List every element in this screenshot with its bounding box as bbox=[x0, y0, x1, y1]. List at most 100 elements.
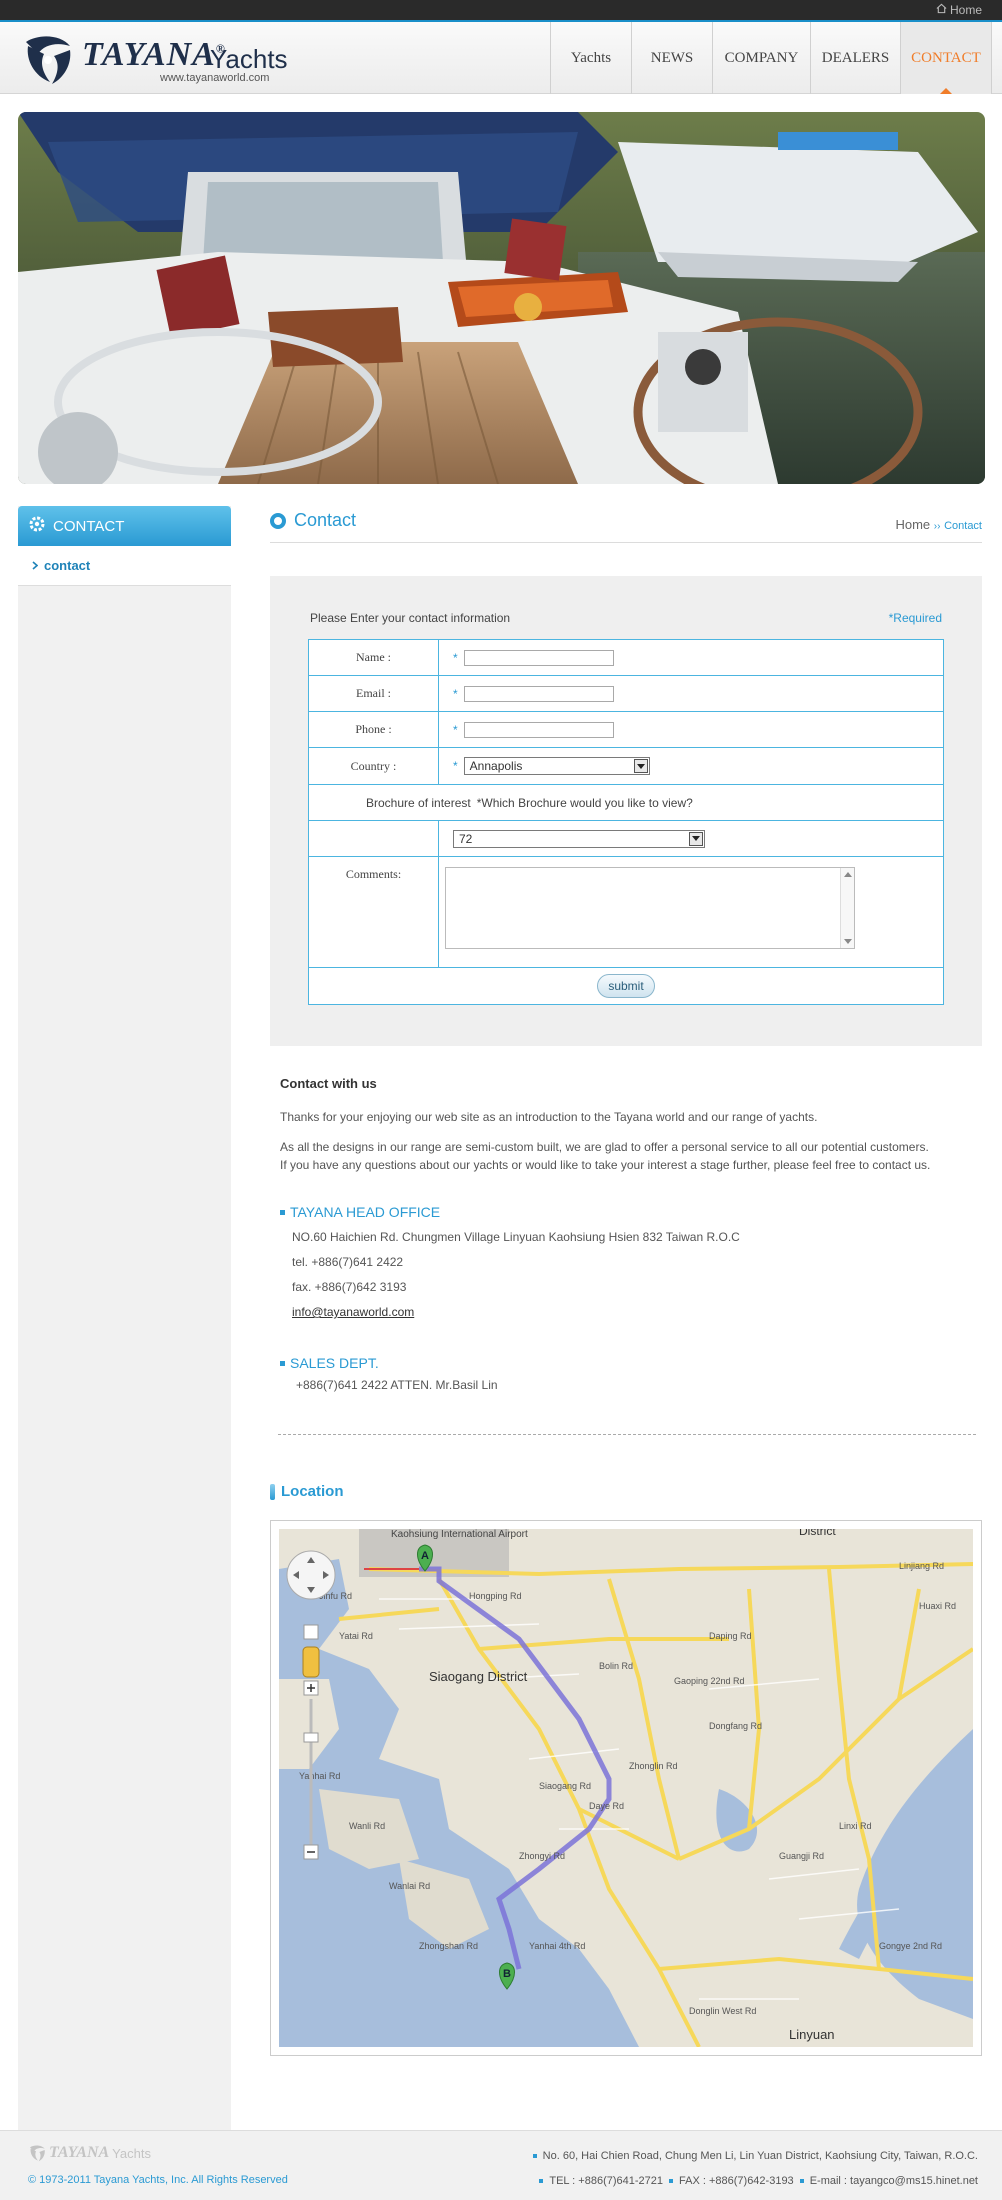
top-bar: Home bbox=[0, 0, 1002, 22]
head-office-address: NO.60 Haichien Rd. Chungmen Village Liny… bbox=[292, 1230, 740, 1244]
phone-field[interactable] bbox=[463, 721, 614, 738]
dropdown-arrow-icon[interactable] bbox=[689, 831, 703, 846]
breadcrumb-current[interactable]: Contact bbox=[944, 520, 982, 532]
form-row-name: Name : * bbox=[309, 640, 943, 676]
nav-company[interactable]: COMPANY bbox=[712, 22, 810, 94]
phone-label: Phone : bbox=[309, 712, 439, 747]
page-title-label: Contact bbox=[294, 510, 357, 530]
svg-text:Zhongshan Rd: Zhongshan Rd bbox=[419, 1941, 478, 1951]
map[interactable]: A B Kaohsiung International Airport Siao… bbox=[279, 1529, 973, 2047]
svg-text:Wanlai Rd: Wanlai Rd bbox=[389, 1881, 430, 1891]
nav-dealers[interactable]: DEALERS bbox=[810, 22, 900, 94]
location-title: Location bbox=[270, 1483, 344, 1500]
svg-text:Gaoping 22nd Rd: Gaoping 22nd Rd bbox=[674, 1676, 745, 1686]
textarea-scrollbar[interactable] bbox=[840, 868, 854, 948]
svg-text:A: A bbox=[421, 1550, 429, 1562]
page-title: Contact bbox=[270, 510, 356, 531]
svg-text:Linxi Rd: Linxi Rd bbox=[839, 1821, 872, 1831]
footer-logo-text: TAYANA bbox=[49, 2144, 110, 2161]
form-row-comments: Comments: bbox=[309, 857, 943, 968]
head-office-tel: tel. +886(7)641 2422 bbox=[292, 1255, 404, 1269]
location-title-label: Location bbox=[281, 1483, 344, 1500]
contact-paragraph-1: As all the designs in our range are semi… bbox=[280, 1140, 929, 1154]
copyright: © 1973-2011 Tayana Yachts, Inc. All Righ… bbox=[28, 2174, 288, 2186]
head-office-email-link[interactable]: info@tayanaworld.com bbox=[292, 1305, 414, 1319]
map-canvas[interactable]: A B Kaohsiung International Airport Siao… bbox=[279, 1529, 973, 2047]
contact-form: Name : * Email : * Phone : * Country : * bbox=[308, 639, 944, 1005]
form-intro: Please Enter your contact information bbox=[310, 611, 511, 625]
email-field[interactable] bbox=[463, 685, 614, 702]
location-bar-icon bbox=[270, 1483, 275, 1500]
footer-email[interactable]: E-mail : tayangco@ms15.hinet.net bbox=[810, 2175, 978, 2187]
map-pan-control[interactable] bbox=[286, 1550, 336, 1600]
email-label: Email : bbox=[309, 676, 439, 711]
svg-text:Yanhai 4th Rd: Yanhai 4th Rd bbox=[529, 1941, 585, 1951]
bullet-square-icon bbox=[799, 2179, 804, 2183]
form-row-phone: Phone : * bbox=[309, 712, 943, 748]
nav-yachts[interactable]: Yachts bbox=[550, 22, 631, 94]
logo-mark-icon bbox=[26, 36, 71, 84]
nav-news[interactable]: NEWS bbox=[631, 22, 712, 94]
country-label: Country : bbox=[309, 748, 439, 784]
sidebar-title: CONTACT bbox=[18, 506, 231, 546]
home-icon bbox=[936, 3, 947, 17]
svg-text:Zhongyi Rd: Zhongyi Rd bbox=[519, 1851, 565, 1861]
country-select[interactable]: Annapolis bbox=[463, 757, 650, 775]
brochure-value: 72 bbox=[459, 831, 473, 846]
svg-text:Bolin Rd: Bolin Rd bbox=[599, 1661, 633, 1671]
sidebar-item-contact[interactable]: contact bbox=[18, 546, 231, 586]
svg-text:Yanhai Rd: Yanhai Rd bbox=[299, 1771, 340, 1781]
breadcrumb-separator: ›› bbox=[933, 521, 941, 532]
logo-url: www.tayanaworld.com bbox=[160, 72, 270, 84]
bullet-square-icon bbox=[280, 1209, 285, 1215]
svg-text:Gongye 2nd Rd: Gongye 2nd Rd bbox=[879, 1941, 942, 1951]
bullet-square-icon bbox=[532, 2154, 537, 2158]
bullet-square-icon bbox=[280, 1360, 285, 1366]
brochure-label: Brochure of interest bbox=[366, 795, 471, 810]
logo[interactable]: TAYANA® Yachts www.tayanaworld.com bbox=[20, 30, 300, 88]
contact-heading: Contact with us bbox=[280, 1076, 377, 1091]
site-header: TAYANA® Yachts www.tayanaworld.com Yacht… bbox=[0, 22, 1002, 94]
sidebar-title-label: CONTACT bbox=[53, 517, 125, 535]
sales-title-label: SALES DEPT. bbox=[290, 1355, 379, 1371]
form-row-country: Country : * Annapolis bbox=[309, 748, 943, 785]
name-label: Name : bbox=[309, 640, 439, 675]
yacht-cockpit-image bbox=[18, 112, 985, 484]
gear-icon bbox=[28, 515, 46, 537]
map-label-district-top: District bbox=[799, 1529, 836, 1538]
svg-text:Wanli Rd: Wanli Rd bbox=[349, 1821, 385, 1831]
brochure-question: *Which Brochure would you like to view? bbox=[476, 795, 693, 810]
required-mark: * bbox=[453, 759, 458, 773]
sales-line: +886(7)641 2422 ATTEN. Mr.Basil Lin bbox=[296, 1378, 498, 1392]
logo-yachts: Yachts bbox=[210, 44, 288, 74]
brochure-heading-row: Brochure of interest *Which Brochure wou… bbox=[309, 785, 943, 821]
footer-contact: TEL : +886(7)641-2721 FAX : +886(7)642-3… bbox=[539, 2175, 978, 2187]
submit-button[interactable]: submit bbox=[597, 974, 655, 998]
required-note: *Required bbox=[888, 611, 942, 625]
map-label-linyuan: Linyuan bbox=[789, 2027, 835, 2042]
nav-contact[interactable]: CONTACT bbox=[900, 22, 992, 94]
svg-text:Dongfang Rd: Dongfang Rd bbox=[709, 1721, 762, 1731]
comments-textarea[interactable] bbox=[445, 867, 855, 949]
breadcrumb-home[interactable]: Home bbox=[895, 517, 930, 532]
logo-brand: TAYANA® bbox=[82, 36, 226, 73]
dropdown-arrow-icon[interactable] bbox=[633, 759, 648, 773]
chevron-right-icon bbox=[32, 558, 39, 573]
breadcrumb: Home ›› Contact bbox=[895, 517, 982, 532]
name-field[interactable] bbox=[463, 649, 614, 666]
svg-text:Yatai Rd: Yatai Rd bbox=[339, 1631, 373, 1641]
map-label-district: Siaogang District bbox=[429, 1669, 528, 1684]
required-mark: * bbox=[453, 722, 458, 737]
brochure-select[interactable]: 72 bbox=[453, 829, 705, 848]
svg-text:Siaogang Rd: Siaogang Rd bbox=[539, 1781, 591, 1791]
footer-logo[interactable]: TAYANA Yachts bbox=[28, 2144, 151, 2162]
footer-logo-yachts: Yachts bbox=[112, 2145, 151, 2161]
country-value: Annapolis bbox=[469, 759, 523, 773]
sales-title: SALES DEPT. bbox=[280, 1355, 379, 1371]
bullet-square-icon bbox=[669, 2179, 674, 2183]
top-home-link[interactable]: Home bbox=[936, 3, 982, 17]
main-nav: Yachts NEWS COMPANY DEALERS CONTACT bbox=[550, 22, 992, 94]
svg-text:Guangji Rd: Guangji Rd bbox=[779, 1851, 824, 1861]
footer-address: No. 60, Hai Chien Road, Chung Men Li, Li… bbox=[532, 2150, 978, 2162]
contact-paragraph-2: If you have any questions about our yach… bbox=[280, 1158, 931, 1172]
